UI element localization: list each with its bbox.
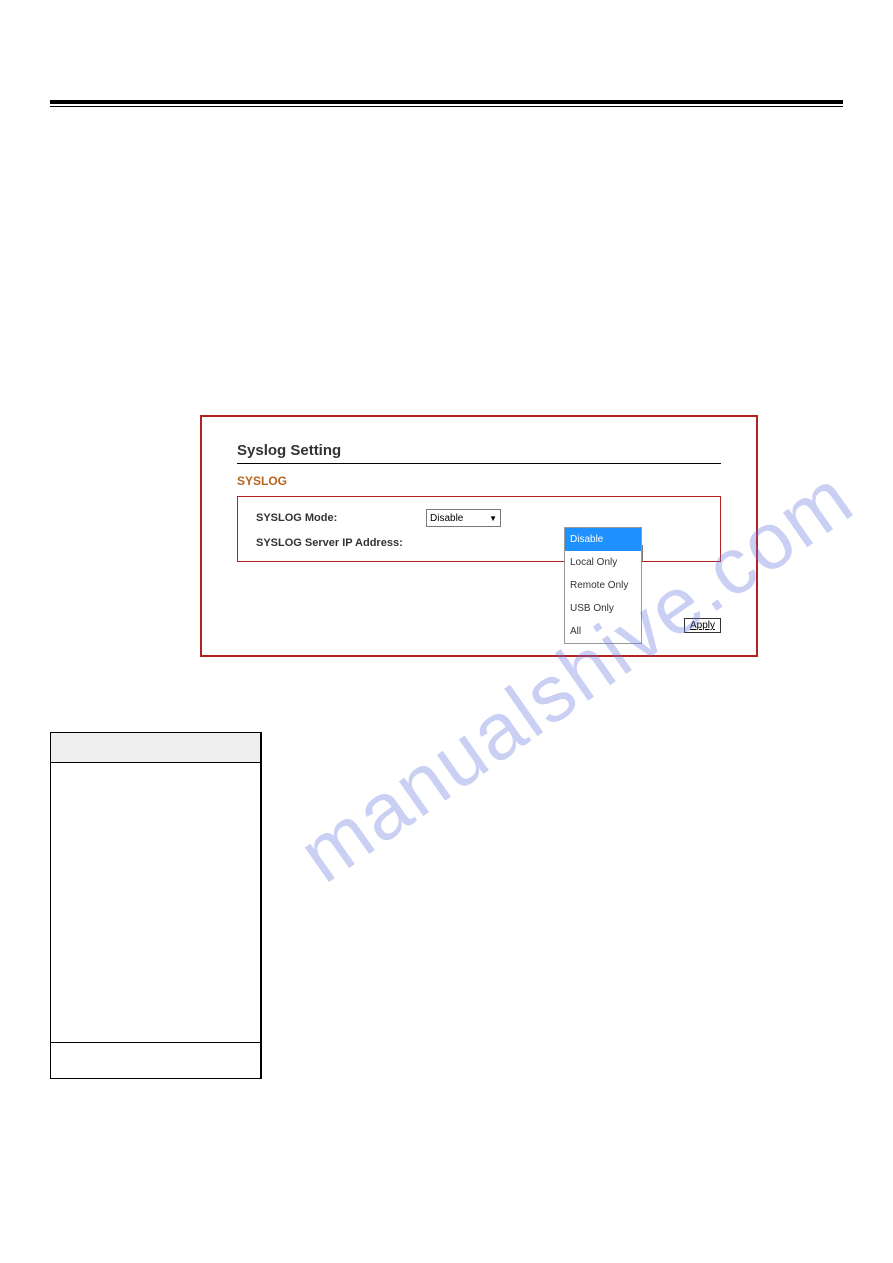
table-cell — [51, 1043, 261, 1079]
dropdown-option-local-only[interactable]: Local Only — [565, 551, 641, 574]
server-label: SYSLOG Server IP Address: — [256, 537, 426, 549]
table-cell — [261, 763, 262, 1043]
syslog-mode-select[interactable]: Disable ▼ — [426, 509, 501, 527]
table-cell — [261, 1043, 262, 1079]
table-row — [51, 1043, 262, 1079]
dropdown-option-disable[interactable]: Disable — [565, 528, 641, 551]
dropdown-option-all[interactable]: All — [565, 620, 641, 643]
mode-row: SYSLOG Mode: Disable ▼ — [256, 509, 702, 527]
page-top-rule — [50, 100, 843, 104]
dropdown-option-remote-only[interactable]: Remote Only — [565, 574, 641, 597]
table-header-col2 — [261, 733, 262, 763]
table-row — [51, 763, 262, 1043]
syslog-setting-panel: Syslog Setting SYSLOG SYSLOG Mode: Disab… — [200, 415, 758, 657]
table-cell — [51, 763, 261, 1043]
form-box: SYSLOG Mode: Disable ▼ SYSLOG Server IP … — [237, 496, 721, 562]
dropdown-option-usb-only[interactable]: USB Only — [565, 597, 641, 620]
apply-button[interactable]: Apply — [684, 618, 721, 633]
table-header-col1 — [51, 733, 261, 763]
syslog-mode-dropdown: Disable Local Only Remote Only USB Only … — [564, 527, 642, 644]
mode-label: SYSLOG Mode: — [256, 512, 426, 524]
section-label: SYSLOG — [237, 474, 721, 488]
chevron-down-icon: ▼ — [489, 514, 497, 523]
description-table — [50, 732, 262, 1079]
panel-title: Syslog Setting — [237, 442, 721, 464]
select-value: Disable — [430, 513, 463, 524]
